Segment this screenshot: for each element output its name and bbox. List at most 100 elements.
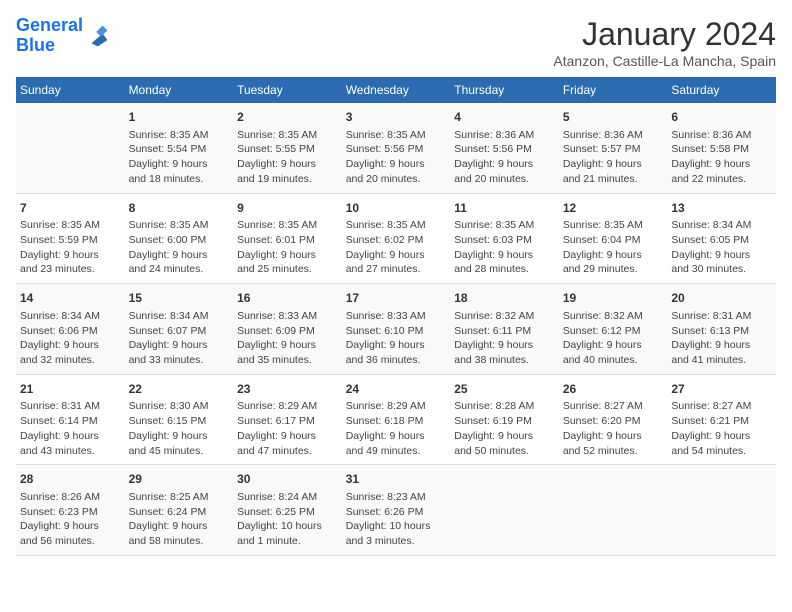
calendar-cell: 27Sunrise: 8:27 AMSunset: 6:21 PMDayligh… xyxy=(667,374,776,465)
calendar-cell: 24Sunrise: 8:29 AMSunset: 6:18 PMDayligh… xyxy=(342,374,451,465)
day-info: Sunrise: 8:36 AMSunset: 5:58 PMDaylight:… xyxy=(671,128,772,187)
day-number: 28 xyxy=(20,471,121,488)
calendar-cell: 3 Sunrise: 8:35 AMSunset: 5:56 PMDaylight… xyxy=(342,103,451,193)
page-header: GeneralBlue January 2024 Atanzon, Castil… xyxy=(16,16,776,69)
calendar-cell: 12Sunrise: 8:35 AMSunset: 6:04 PMDayligh… xyxy=(559,193,668,284)
day-number: 17 xyxy=(346,290,447,307)
calendar-cell xyxy=(559,465,668,556)
day-info: Sunrise: 8:36 AMSunset: 5:56 PMDaylight:… xyxy=(454,128,555,187)
day-info: Sunrise: 8:35 AMSunset: 5:59 PMDaylight:… xyxy=(20,218,121,277)
day-number: 14 xyxy=(20,290,121,307)
day-info: Sunrise: 8:33 AMSunset: 6:10 PMDaylight:… xyxy=(346,309,447,368)
day-number: 31 xyxy=(346,471,447,488)
calendar-cell xyxy=(16,103,125,193)
calendar-cell: 21Sunrise: 8:31 AMSunset: 6:14 PMDayligh… xyxy=(16,374,125,465)
calendar-cell: 18 Sunrise: 8:32 AMSunset: 6:11 PMDayligh… xyxy=(450,284,559,375)
day-number: 22 xyxy=(129,381,230,398)
page-subtitle: Atanzon, Castille-La Mancha, Spain xyxy=(553,53,776,69)
header-cell-tuesday: Tuesday xyxy=(233,77,342,103)
day-number: 26 xyxy=(563,381,664,398)
header-cell-monday: Monday xyxy=(125,77,234,103)
day-number: 23 xyxy=(237,381,338,398)
logo: GeneralBlue xyxy=(16,16,109,56)
day-number: 4 xyxy=(454,109,555,126)
calendar-cell: 26Sunrise: 8:27 AMSunset: 6:20 PMDayligh… xyxy=(559,374,668,465)
day-info: Sunrise: 8:34 AMSunset: 6:05 PMDaylight:… xyxy=(671,218,772,277)
day-info: Sunrise: 8:28 AMSunset: 6:19 PMDaylight:… xyxy=(454,399,555,458)
week-row: 7Sunrise: 8:35 AMSunset: 5:59 PMDaylight… xyxy=(16,193,776,284)
calendar-cell: 1 Sunrise: 8:35 AMSunset: 5:54 PMDaylight… xyxy=(125,103,234,193)
day-info: Sunrise: 8:30 AMSunset: 6:15 PMDaylight:… xyxy=(129,399,230,458)
day-number: 6 xyxy=(671,109,772,126)
calendar-cell: 29Sunrise: 8:25 AMSunset: 6:24 PMDayligh… xyxy=(125,465,234,556)
header-cell-friday: Friday xyxy=(559,77,668,103)
day-number: 13 xyxy=(671,200,772,217)
day-number: 10 xyxy=(346,200,447,217)
calendar-cell xyxy=(450,465,559,556)
calendar-cell: 13Sunrise: 8:34 AMSunset: 6:05 PMDayligh… xyxy=(667,193,776,284)
header-row: SundayMondayTuesdayWednesdayThursdayFrid… xyxy=(16,77,776,103)
day-number: 20 xyxy=(671,290,772,307)
day-number: 24 xyxy=(346,381,447,398)
calendar-table: SundayMondayTuesdayWednesdayThursdayFrid… xyxy=(16,77,776,556)
calendar-cell: 25Sunrise: 8:28 AMSunset: 6:19 PMDayligh… xyxy=(450,374,559,465)
day-info: Sunrise: 8:35 AMSunset: 5:54 PMDaylight:… xyxy=(129,128,230,187)
calendar-cell: 7Sunrise: 8:35 AMSunset: 5:59 PMDaylight… xyxy=(16,193,125,284)
day-number: 8 xyxy=(129,200,230,217)
calendar-cell: 14 Sunrise: 8:34 AMSunset: 6:06 PMDayligh… xyxy=(16,284,125,375)
day-number: 25 xyxy=(454,381,555,398)
day-number: 29 xyxy=(129,471,230,488)
day-info: Sunrise: 8:34 AMSunset: 6:06 PMDaylight:… xyxy=(20,309,121,368)
calendar-body: 1 Sunrise: 8:35 AMSunset: 5:54 PMDaylight… xyxy=(16,103,776,555)
day-info: Sunrise: 8:31 AMSunset: 6:13 PMDaylight:… xyxy=(671,309,772,368)
day-info: Sunrise: 8:35 AMSunset: 6:03 PMDaylight:… xyxy=(454,218,555,277)
day-info: Sunrise: 8:32 AMSunset: 6:11 PMDaylight:… xyxy=(454,309,555,368)
header-cell-thursday: Thursday xyxy=(450,77,559,103)
logo-text: GeneralBlue xyxy=(16,16,83,56)
week-row: 14 Sunrise: 8:34 AMSunset: 6:06 PMDayligh… xyxy=(16,284,776,375)
calendar-cell xyxy=(667,465,776,556)
day-info: Sunrise: 8:33 AMSunset: 6:09 PMDaylight:… xyxy=(237,309,338,368)
header-cell-saturday: Saturday xyxy=(667,77,776,103)
calendar-cell: 28 Sunrise: 8:26 AMSunset: 6:23 PMDayligh… xyxy=(16,465,125,556)
calendar-cell: 22Sunrise: 8:30 AMSunset: 6:15 PMDayligh… xyxy=(125,374,234,465)
header-cell-sunday: Sunday xyxy=(16,77,125,103)
day-number: 7 xyxy=(20,200,121,217)
calendar-header: SundayMondayTuesdayWednesdayThursdayFrid… xyxy=(16,77,776,103)
day-info: Sunrise: 8:35 AMSunset: 6:01 PMDaylight:… xyxy=(237,218,338,277)
calendar-cell: 8Sunrise: 8:35 AMSunset: 6:00 PMDaylight… xyxy=(125,193,234,284)
header-cell-wednesday: Wednesday xyxy=(342,77,451,103)
calendar-cell: 30Sunrise: 8:24 AMSunset: 6:25 PMDayligh… xyxy=(233,465,342,556)
day-number: 16 xyxy=(237,290,338,307)
day-info: Sunrise: 8:27 AMSunset: 6:20 PMDaylight:… xyxy=(563,399,664,458)
title-block: January 2024 Atanzon, Castille-La Mancha… xyxy=(553,16,776,69)
calendar-cell: 9Sunrise: 8:35 AMSunset: 6:01 PMDaylight… xyxy=(233,193,342,284)
day-info: Sunrise: 8:35 AMSunset: 6:00 PMDaylight:… xyxy=(129,218,230,277)
calendar-cell: 16 Sunrise: 8:33 AMSunset: 6:09 PMDayligh… xyxy=(233,284,342,375)
week-row: 1 Sunrise: 8:35 AMSunset: 5:54 PMDaylight… xyxy=(16,103,776,193)
day-info: Sunrise: 8:31 AMSunset: 6:14 PMDaylight:… xyxy=(20,399,121,458)
day-number: 9 xyxy=(237,200,338,217)
calendar-cell: 10Sunrise: 8:35 AMSunset: 6:02 PMDayligh… xyxy=(342,193,451,284)
day-info: Sunrise: 8:34 AMSunset: 6:07 PMDaylight:… xyxy=(129,309,230,368)
calendar-cell: 31 Sunrise: 8:23 AMSunset: 6:26 PMDayligh… xyxy=(342,465,451,556)
calendar-cell: 5Sunrise: 8:36 AMSunset: 5:57 PMDaylight… xyxy=(559,103,668,193)
day-info: Sunrise: 8:35 AMSunset: 6:02 PMDaylight:… xyxy=(346,218,447,277)
day-number: 1 xyxy=(129,109,230,126)
day-number: 3 xyxy=(346,109,447,126)
calendar-cell: 17 Sunrise: 8:33 AMSunset: 6:10 PMDayligh… xyxy=(342,284,451,375)
day-info: Sunrise: 8:26 AMSunset: 6:23 PMDaylight:… xyxy=(20,490,121,549)
page-title: January 2024 xyxy=(553,16,776,53)
day-info: Sunrise: 8:35 AMSunset: 6:04 PMDaylight:… xyxy=(563,218,664,277)
day-info: Sunrise: 8:29 AMSunset: 6:17 PMDaylight:… xyxy=(237,399,338,458)
day-info: Sunrise: 8:23 AMSunset: 6:26 PMDaylight:… xyxy=(346,490,447,549)
day-number: 11 xyxy=(454,200,555,217)
day-info: Sunrise: 8:24 AMSunset: 6:25 PMDaylight:… xyxy=(237,490,338,549)
day-info: Sunrise: 8:32 AMSunset: 6:12 PMDaylight:… xyxy=(563,309,664,368)
calendar-cell: 2Sunrise: 8:35 AMSunset: 5:55 PMDaylight… xyxy=(233,103,342,193)
day-number: 18 xyxy=(454,290,555,307)
calendar-cell: 11Sunrise: 8:35 AMSunset: 6:03 PMDayligh… xyxy=(450,193,559,284)
day-info: Sunrise: 8:35 AMSunset: 5:56 PMDaylight:… xyxy=(346,128,447,187)
week-row: 21Sunrise: 8:31 AMSunset: 6:14 PMDayligh… xyxy=(16,374,776,465)
calendar-cell: 4 Sunrise: 8:36 AMSunset: 5:56 PMDaylight… xyxy=(450,103,559,193)
